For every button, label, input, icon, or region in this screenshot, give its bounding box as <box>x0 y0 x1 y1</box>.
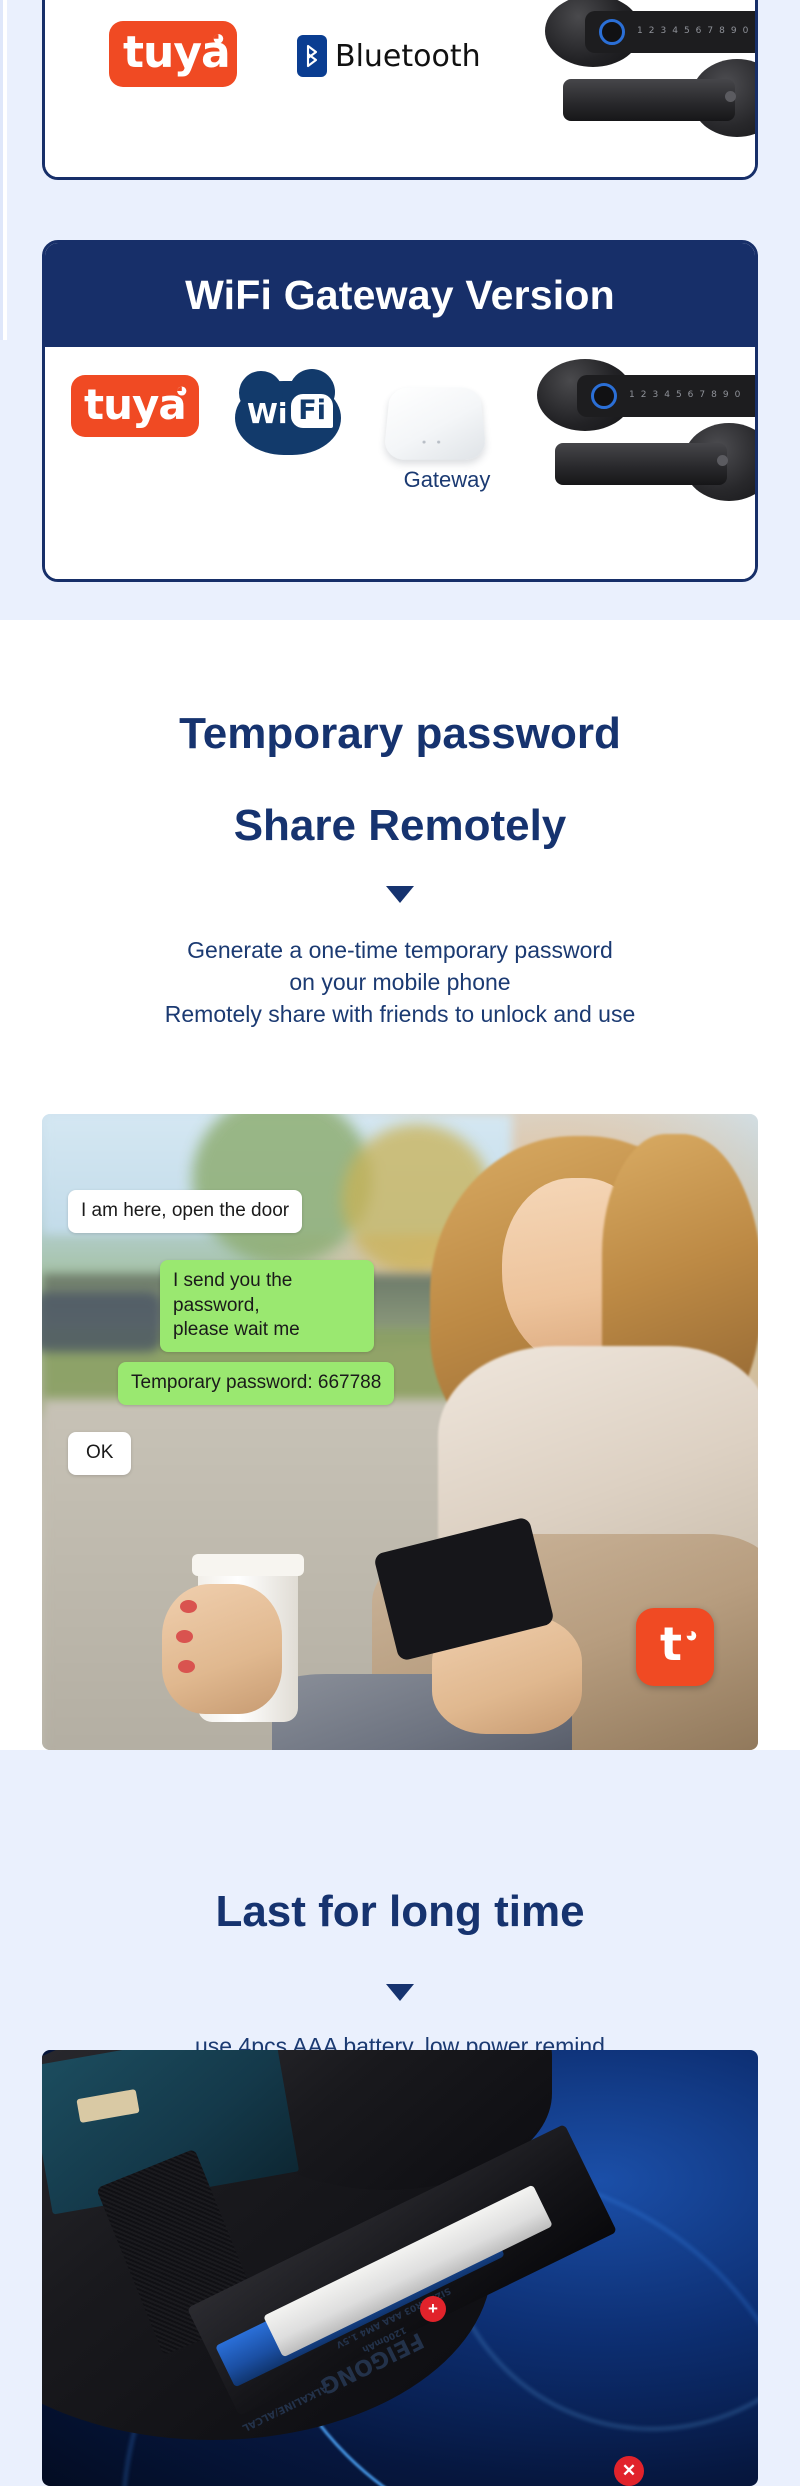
gateway-led-dot <box>422 440 426 444</box>
temp-password-photo: I am here, open the door I send you the … <box>42 1114 758 1750</box>
tuya-logo-wave-icon: ◕ <box>175 379 188 402</box>
product-detail-page: tuya ◕ Bluetooth 1 2 3 4 5 6 7 8 9 0 WiF… <box>0 0 800 2486</box>
triangle-down-icon <box>386 886 414 903</box>
temp-password-subtitle-line1: Generate a one-time temporary password <box>187 937 613 963</box>
fingerprint-reader-icon <box>599 19 625 45</box>
lock-handle-button <box>717 455 728 466</box>
triangle-down-icon <box>386 1984 414 2001</box>
wifi-logo-fi-text: Fi <box>298 395 326 426</box>
wifi-logo-fi-box: Fi <box>291 394 333 428</box>
bluetooth-card-body: tuya ◕ Bluetooth 1 2 3 4 5 6 7 8 9 0 <box>45 0 755 177</box>
wifi-card-body: tuya ◕ Wi Fi Gateway 1 2 3 4 5 6 7 8 9 0 <box>45 347 755 579</box>
battery-photo: FEIGONG SIZE LR03 AAA AM4 1.5V 1200mAh A… <box>42 2050 758 2486</box>
keypad-digit: 7 <box>699 390 706 400</box>
bluetooth-glyph-icon <box>297 35 327 77</box>
bluetooth-version-card: tuya ◕ Bluetooth 1 2 3 4 5 6 7 8 9 0 <box>42 0 758 180</box>
keypad-digit: 9 <box>722 390 729 400</box>
keypad-digit: 6 <box>687 390 694 400</box>
wifi-card-header: WiFi Gateway Version <box>45 243 755 347</box>
keypad-digit: 4 <box>664 390 670 400</box>
photo-fingernail <box>180 1600 197 1613</box>
chat-bubble-outgoing: I send you the password, please wait me <box>160 1260 374 1353</box>
keypad-digit: 0 <box>734 390 741 400</box>
tuya-logo: tuya ◕ <box>109 21 237 87</box>
lock-handle-lever <box>555 443 727 485</box>
gateway-device-image <box>383 387 487 460</box>
wifi-logo: Wi Fi <box>235 369 341 455</box>
photo-car-blur <box>42 1292 162 1352</box>
photo-fingernail <box>176 1630 193 1643</box>
left-edge-strip-inner <box>0 0 3 340</box>
temp-password-title-line2: Share Remotely <box>233 801 567 850</box>
chat-bubble-incoming: I am here, open the door <box>68 1190 303 1233</box>
keypad-digit: 2 <box>648 26 655 36</box>
keypad-digit: 0 <box>742 26 749 36</box>
keypad-digit: 1 <box>637 26 643 36</box>
gateway-caption: Gateway <box>403 467 491 492</box>
lock-keypad-digits: 1 2 3 4 5 6 7 8 9 0 <box>629 390 740 400</box>
wifi-logo-wi-text: Wi <box>247 397 288 430</box>
wifi-card-title: WiFi Gateway Version <box>185 271 615 318</box>
tuya-logo: tuya ◕ <box>71 375 199 437</box>
fingerprint-reader-icon <box>591 383 617 409</box>
lock-keypad-digits: 1 2 3 4 5 6 7 8 9 0 <box>637 26 748 36</box>
temp-password-title-line1: Temporary password <box>179 709 621 758</box>
gateway-led-dot <box>437 440 441 444</box>
keypad-digit: 2 <box>640 390 647 400</box>
keypad-digit: 9 <box>730 26 737 36</box>
temp-password-subtitle-line3: Remotely share with friends to unlock an… <box>164 1001 636 1027</box>
chat-bubble-ok: OK <box>68 1432 132 1475</box>
lock-handle-button <box>725 91 736 102</box>
tuya-logo-wave-icon: ◕ <box>211 25 225 50</box>
lock-handle-lever <box>563 79 735 121</box>
photo-coffee-cup-lid <box>192 1554 304 1576</box>
battery-positive-marker: + <box>420 2296 446 2322</box>
battery-negative-marker: ✕ <box>614 2456 644 2486</box>
keypad-digit: 5 <box>675 390 682 400</box>
keypad-digit: 4 <box>672 26 678 36</box>
gateway-device: Gateway <box>383 381 507 493</box>
tuya-app-icon-wave: ◕ <box>684 1622 698 1647</box>
keypad-digit: 8 <box>719 26 725 36</box>
tuya-app-icon-letter: t <box>660 1617 682 1671</box>
temp-password-subtitle-line2: on your mobile phone <box>289 969 511 995</box>
keypad-digit: 6 <box>695 26 702 36</box>
keypad-digit: 7 <box>707 26 714 36</box>
bluetooth-label: Bluetooth <box>335 38 481 74</box>
keypad-digit: 3 <box>660 26 667 36</box>
chat-bubble-password: Temporary password: 667788 <box>118 1362 395 1405</box>
bluetooth-logo: Bluetooth <box>297 35 481 77</box>
keypad-digit: 8 <box>711 390 717 400</box>
keypad-digit: 1 <box>629 390 635 400</box>
keypad-digit: 3 <box>652 390 659 400</box>
keypad-digit: 5 <box>683 26 690 36</box>
battery-section-title: Last for long time <box>215 1887 585 1936</box>
tuya-app-icon[interactable]: t ◕ <box>636 1608 714 1686</box>
photo-fingernail <box>178 1660 195 1673</box>
wifi-gateway-version-card: WiFi Gateway Version tuya ◕ Wi Fi Gatewa… <box>42 240 758 582</box>
